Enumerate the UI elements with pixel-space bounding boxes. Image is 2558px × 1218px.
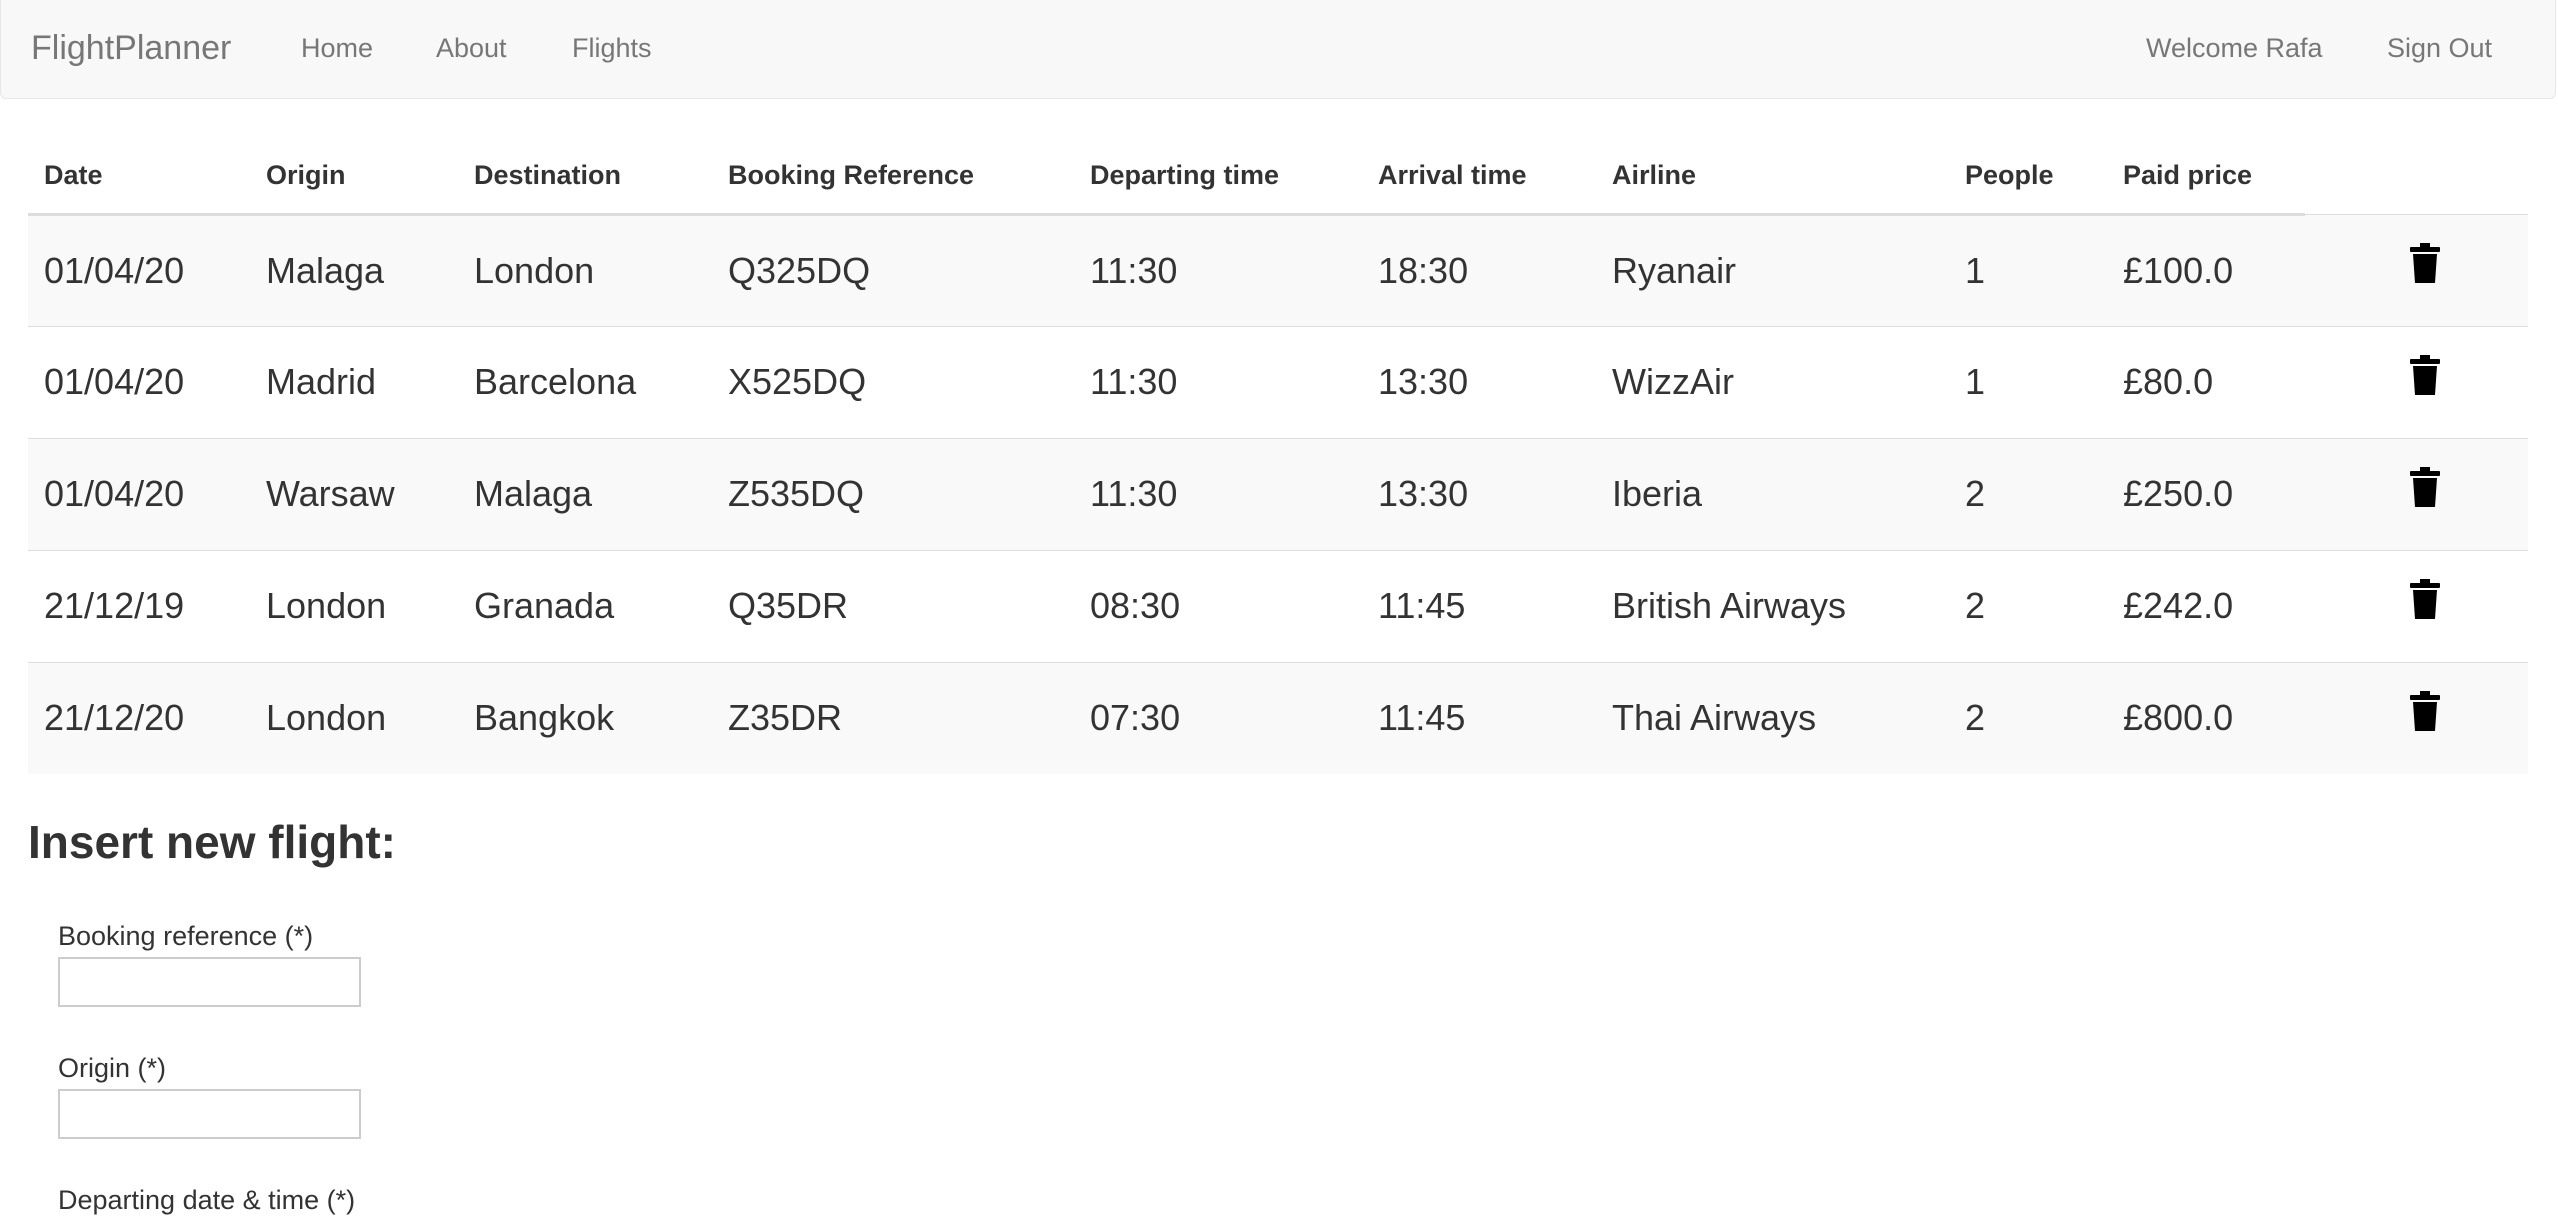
navbar: FlightPlanner Home About Flights Welcome… — [0, 0, 2556, 99]
cell-arrival-time: 11:45 — [1362, 661, 1596, 774]
origin-input[interactable] — [58, 1089, 361, 1139]
cell-date: 21/12/20 — [28, 661, 250, 774]
cell-actions — [2305, 213, 2528, 326]
cell-airline: WizzAir — [1596, 325, 1949, 438]
cell-origin: Warsaw — [250, 437, 458, 550]
cell-origin: Madrid — [250, 325, 458, 438]
column-header-arrival-time: Arrival time — [1362, 138, 1596, 216]
cell-origin: London — [250, 549, 458, 662]
welcome-user-link[interactable]: Welcome Rafa — [2146, 32, 2323, 64]
cell-arrival-time: 18:30 — [1362, 213, 1596, 326]
trash-icon[interactable] — [2409, 579, 2441, 619]
cell-departing-time: 07:30 — [1074, 661, 1362, 774]
table-row: 01/04/20 Madrid Barcelona X525DQ 11:30 1… — [28, 325, 2528, 438]
flights-table: Date Origin Destination Booking Referenc… — [28, 138, 2528, 774]
cell-people: 1 — [1949, 213, 2107, 326]
cell-arrival-time: 13:30 — [1362, 325, 1596, 438]
departing-date-time-label: Departing date & time (*) — [58, 1185, 356, 1215]
table-header-row: Date Origin Destination Booking Referenc… — [28, 138, 2528, 216]
cell-paid-price: £100.0 — [2107, 213, 2305, 326]
column-header-destination: Destination — [458, 138, 712, 216]
column-header-actions — [2305, 138, 2528, 214]
cell-origin: London — [250, 661, 458, 774]
cell-booking-reference: Q35DR — [712, 549, 1074, 662]
cell-paid-price: £800.0 — [2107, 661, 2305, 774]
nav-about-link[interactable]: About — [436, 32, 507, 64]
cell-departing-time: 08:30 — [1074, 549, 1362, 662]
column-header-airline: Airline — [1596, 138, 1949, 216]
cell-destination: Barcelona — [458, 325, 712, 438]
nav-home-link[interactable]: Home — [301, 32, 373, 64]
cell-people: 2 — [1949, 549, 2107, 662]
column-header-origin: Origin — [250, 138, 458, 216]
cell-airline: Thai Airways — [1596, 661, 1949, 774]
trash-icon[interactable] — [2409, 691, 2441, 732]
cell-booking-reference: Q325DQ — [712, 213, 1074, 326]
origin-label: Origin (*) — [58, 1053, 167, 1083]
trash-icon[interactable] — [2409, 243, 2441, 283]
cell-airline: Iberia — [1596, 437, 1949, 550]
cell-actions — [2305, 549, 2528, 662]
column-header-booking-reference: Booking Reference — [712, 138, 1074, 216]
cell-departing-time: 11:30 — [1074, 213, 1362, 326]
cell-people: 2 — [1949, 661, 2107, 774]
insert-flight-title: Insert new flight: — [28, 816, 396, 868]
cell-people: 1 — [1949, 325, 2107, 438]
cell-arrival-time: 11:45 — [1362, 549, 1596, 662]
table-row: 21/12/20 London Bangkok Z35DR 07:30 11:4… — [28, 661, 2528, 774]
cell-destination: London — [458, 213, 712, 326]
cell-actions — [2305, 325, 2528, 438]
cell-date: 01/04/20 — [28, 437, 250, 550]
trash-icon[interactable] — [2409, 467, 2441, 507]
cell-date: 01/04/20 — [28, 325, 250, 438]
cell-destination: Bangkok — [458, 661, 712, 774]
column-header-people: People — [1949, 138, 2107, 216]
cell-booking-reference: X525DQ — [712, 325, 1074, 438]
cell-arrival-time: 13:30 — [1362, 437, 1596, 550]
cell-paid-price: £250.0 — [2107, 437, 2305, 550]
trash-icon[interactable] — [2409, 355, 2441, 395]
cell-booking-reference: Z535DQ — [712, 437, 1074, 550]
table-row: 01/04/20 Warsaw Malaga Z535DQ 11:30 13:3… — [28, 437, 2528, 550]
cell-airline: British Airways — [1596, 549, 1949, 662]
booking-reference-label: Booking reference (*) — [58, 921, 314, 951]
cell-actions — [2305, 661, 2528, 774]
table-row: 01/04/20 Malaga London Q325DQ 11:30 18:3… — [28, 213, 2528, 326]
cell-destination: Malaga — [458, 437, 712, 550]
cell-people: 2 — [1949, 437, 2107, 550]
cell-airline: Ryanair — [1596, 213, 1949, 326]
booking-reference-input[interactable] — [58, 957, 361, 1007]
cell-origin: Malaga — [250, 213, 458, 326]
cell-departing-time: 11:30 — [1074, 325, 1362, 438]
column-header-departing-time: Departing time — [1074, 138, 1362, 216]
cell-paid-price: £242.0 — [2107, 549, 2305, 662]
cell-date: 21/12/19 — [28, 549, 250, 662]
brand-link[interactable]: FlightPlanner — [31, 28, 231, 68]
cell-booking-reference: Z35DR — [712, 661, 1074, 774]
column-header-paid-price: Paid price — [2107, 138, 2305, 216]
cell-departing-time: 11:30 — [1074, 437, 1362, 550]
nav-flights-link[interactable]: Flights — [572, 32, 652, 64]
column-header-date: Date — [28, 138, 250, 216]
cell-paid-price: £80.0 — [2107, 325, 2305, 438]
cell-destination: Granada — [458, 549, 712, 662]
cell-date: 01/04/20 — [28, 213, 250, 326]
sign-out-link[interactable]: Sign Out — [2387, 32, 2492, 64]
table-row: 21/12/19 London Granada Q35DR 08:30 11:4… — [28, 549, 2528, 662]
cell-actions — [2305, 437, 2528, 550]
